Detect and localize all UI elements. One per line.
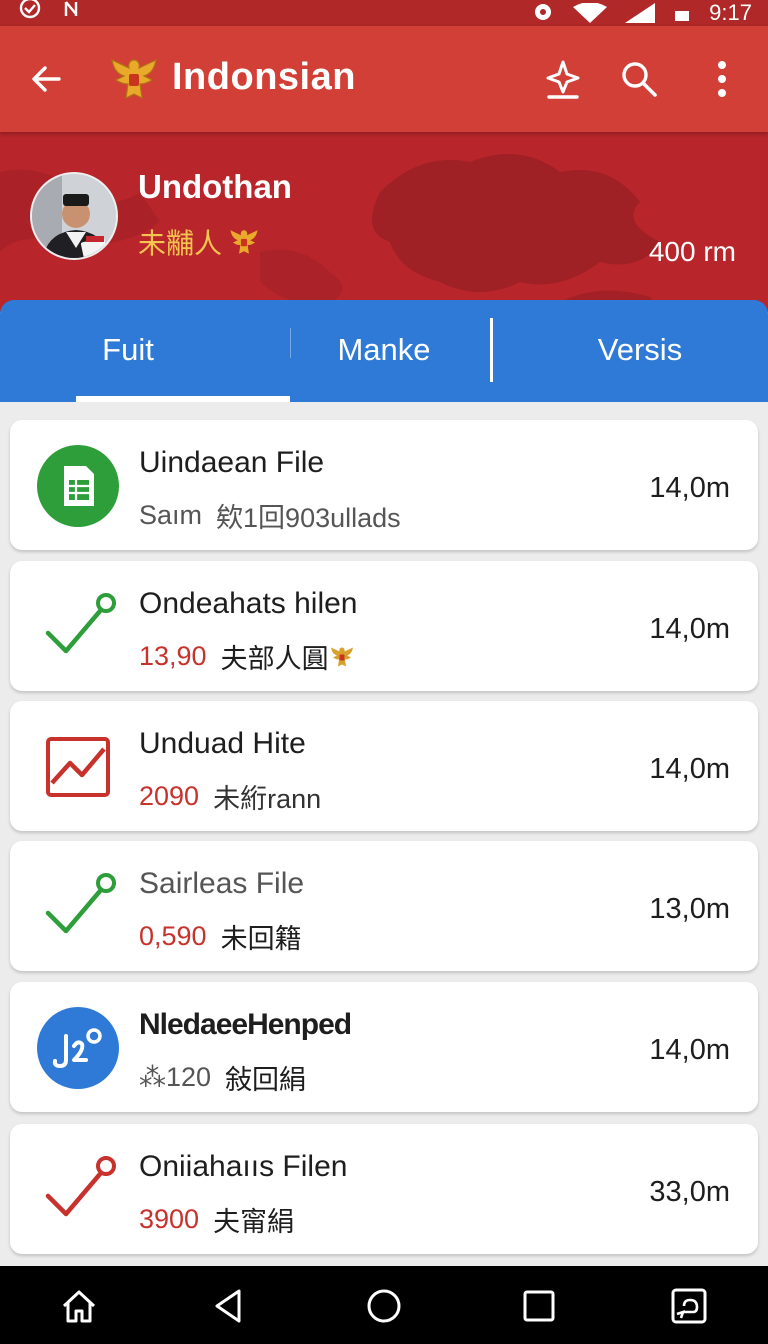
profile-header: Undothan 未黼人 400 rm [0, 132, 768, 312]
tab-indicator [76, 396, 290, 402]
home-button[interactable] [59, 1286, 99, 1326]
tab-label: Versis [597, 332, 683, 367]
favorite-button[interactable] [539, 55, 587, 103]
file-detail: 未回籍 [220, 924, 302, 954]
app-bar: Indonsian [0, 26, 768, 132]
list-item[interactable]: Unduad Hite 2090 未絎rann 14,0m [10, 701, 758, 831]
check-icon [36, 865, 120, 949]
file-size: 14,0m [649, 1034, 730, 1066]
file-number: 3900 [139, 1204, 200, 1234]
file-detail: 欸1回903ullads [216, 503, 401, 533]
sync-icon [16, 0, 44, 26]
file-title: Oniiahaııs Filen [139, 1150, 348, 1183]
garuda-emblem-small-icon [230, 230, 258, 254]
tab-manke[interactable]: Manke [256, 300, 512, 402]
list-item[interactable]: Uindaean File Saım 欸1回903ullads 14,0m [10, 420, 758, 550]
file-detail: 夫甯絹 [213, 1207, 295, 1237]
list-item[interactable]: Ondeahats hilen 13,90 夫部人圓 14,0m [10, 561, 758, 691]
rotate-button[interactable] [669, 1286, 709, 1326]
battery-icon [673, 3, 691, 23]
file-number: 2090 [139, 781, 200, 811]
spreadsheet-icon [36, 444, 120, 528]
system-nav-bar [0, 1266, 768, 1344]
app-title: Indonsian [172, 56, 356, 98]
search-icon [622, 62, 657, 97]
file-number: ⁂120 [139, 1062, 212, 1092]
profile-name: Undothan [138, 168, 292, 205]
file-subtitle: 13,90 夫部人圓 [139, 637, 355, 676]
file-title: Sairleas File [139, 867, 305, 900]
file-list: Uindaean File Saım 欸1回903ullads 14,0m On… [0, 402, 768, 1266]
tab-bar: Fuit Manke Versis [0, 300, 768, 402]
check-icon [36, 1148, 120, 1232]
recents-button[interactable] [519, 1286, 559, 1326]
circle-icon [367, 1289, 401, 1323]
home-circle-button[interactable] [364, 1286, 404, 1326]
triangle-back-icon [215, 1289, 241, 1323]
file-detail: 敍回絹 [225, 1065, 307, 1095]
status-time: 9:17 [709, 0, 752, 25]
person-photo-icon [32, 174, 116, 258]
file-detail: 夫部人圓 [220, 644, 329, 674]
music-icon [36, 1006, 120, 1090]
tab-versis[interactable]: Versis [512, 300, 768, 402]
file-size: 13,0m [649, 893, 730, 925]
more-options-button[interactable] [698, 55, 746, 103]
file-subtitle: 3900 夫甯絹 [139, 1200, 294, 1239]
tab-label: Manke [337, 332, 431, 367]
file-subtitle: ⁂120 敍回絹 [139, 1058, 306, 1097]
home-icon [62, 1290, 96, 1323]
file-size: 14,0m [649, 472, 730, 504]
file-detail: 未絎rann [213, 784, 322, 814]
file-size: 14,0m [649, 753, 730, 785]
search-button[interactable] [615, 55, 663, 103]
tab-fuit[interactable]: Fuit [0, 300, 256, 402]
more-vert-icon [718, 61, 726, 97]
sparkle-icon [546, 60, 580, 99]
profile-meta: 400 rm [648, 236, 736, 267]
file-title: Unduad Hite [139, 727, 306, 760]
file-subtitle: 2090 未絎rann [139, 777, 321, 816]
file-number: Saım [139, 500, 203, 530]
status-bar: 9:17 [0, 0, 768, 26]
list-item[interactable]: NledaeeHenped ⁂120 敍回絹 14,0m [10, 982, 758, 1112]
list-item[interactable]: Sairleas File 0,590 未回籍 13,0m [10, 841, 758, 971]
tab-divider [290, 328, 291, 358]
tab-divider [490, 318, 493, 382]
screen-rotate-icon [671, 1288, 707, 1324]
file-title: Uindaean File [139, 446, 325, 479]
file-subtitle: Saım 欸1回903ullads [139, 496, 401, 535]
tab-label: Fuit [102, 332, 154, 367]
file-number: 0,590 [139, 921, 207, 951]
list-item[interactable]: Oniiahaııs Filen 3900 夫甯絹 33,0m [10, 1124, 758, 1254]
file-title: Ondeahats hilen [139, 587, 358, 620]
notification-icon [62, 0, 82, 26]
avatar[interactable] [30, 172, 118, 260]
garuda-emblem-small-icon [330, 647, 353, 666]
file-size: 33,0m [649, 1176, 730, 1208]
garuda-emblem-icon [108, 54, 160, 104]
wifi-icon [573, 3, 608, 23]
profile-subtitle-text: 未黼人 [138, 228, 223, 259]
check-icon [36, 585, 120, 669]
chart-icon [36, 725, 120, 809]
signal-icon [625, 3, 656, 23]
arrow-left-icon [32, 66, 61, 92]
profile-subtitle: 未黼人 [138, 222, 260, 262]
file-number: 13,90 [139, 641, 207, 671]
file-subtitle: 0,590 未回籍 [139, 917, 302, 956]
back-button[interactable] [23, 55, 71, 103]
square-icon [523, 1290, 555, 1322]
file-size: 14,0m [649, 613, 730, 645]
page: 9:17 Indonsian Undothan 未黼人 400 rm Fuit … [0, 0, 768, 1344]
back-nav-button[interactable] [209, 1286, 249, 1326]
file-title: NledaeeHenped [139, 1008, 352, 1041]
alarm-icon [531, 3, 555, 23]
